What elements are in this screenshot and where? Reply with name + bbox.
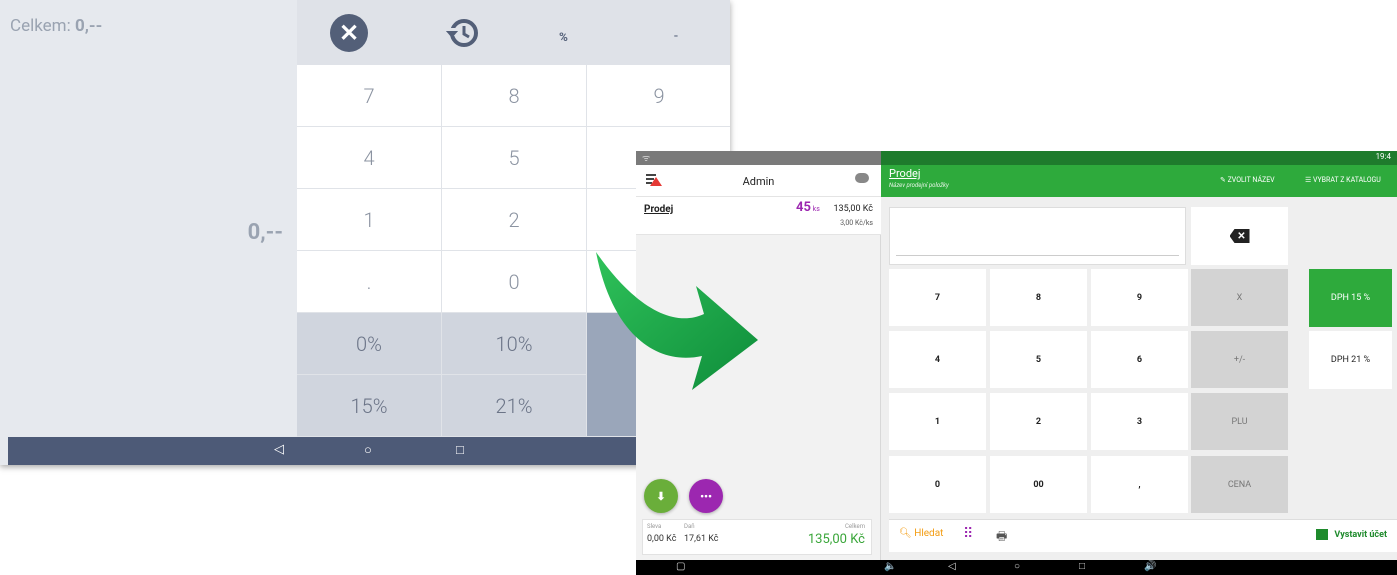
status-time: 19:4: [1375, 152, 1391, 161]
key-plus-minus[interactable]: +/-: [1191, 331, 1288, 388]
bill-icon: [1316, 529, 1329, 540]
vat-21-button[interactable]: DPH 21 %: [1309, 331, 1392, 389]
new-navigation-bar: ▢ 🔈 ◁ ○ □ 🔊: [636, 560, 1397, 575]
download-icon[interactable]: ⬇: [644, 479, 678, 513]
user-name: Admin: [742, 175, 775, 188]
vat-15-button[interactable]: DPH 15 %: [1309, 269, 1392, 327]
item-price: 135,00 Kč: [833, 204, 873, 214]
search-button[interactable]: 🔍︎ Hledat: [899, 528, 943, 539]
item-header: Prodej Název prodejní položky ✎ ZVOLIT N…: [881, 165, 1397, 197]
old-vat-10[interactable]: 10%: [442, 313, 587, 375]
old-key-5[interactable]: 5: [442, 127, 587, 189]
search-icon: 🔍︎: [899, 528, 912, 539]
old-vat-0[interactable]: 0%: [297, 313, 442, 375]
old-display-value: 0,--: [247, 220, 283, 245]
old-app-screen: Celkem: 0,-- 0,-- ✕ % - 7 8 9 4 5 1 2 . …: [0, 0, 730, 465]
recents-nav-icon[interactable]: □: [456, 442, 464, 458]
item-title[interactable]: Prodej: [889, 167, 921, 180]
old-key-8[interactable]: 8: [442, 65, 587, 127]
key-4[interactable]: 4: [889, 331, 986, 388]
percent-button[interactable]: %: [559, 30, 568, 44]
old-key-0[interactable]: 0: [442, 251, 587, 313]
recents-nav-icon[interactable]: □: [1079, 561, 1085, 572]
tax-value: 17,61 Kč: [684, 534, 719, 544]
key-comma[interactable]: ,: [1091, 456, 1188, 513]
key-price[interactable]: CENA: [1191, 456, 1288, 513]
bottom-toolbar: 🔍︎ Hledat ⠿ 🖶 Vystavit účet: [889, 519, 1397, 552]
item-name: Prodej: [644, 204, 674, 215]
old-navigation-bar: ◁ ○ □: [8, 437, 730, 465]
amount-input[interactable]: [889, 207, 1186, 265]
receipt-line-item[interactable]: Prodej 45 ks 135,00 Kč 3,00 Kč/ks: [636, 197, 881, 235]
discount-value: 0,00 Kč: [647, 534, 677, 544]
old-key-2[interactable]: 2: [442, 189, 587, 251]
receipt-summary: Sleva 0,00 Kč Daň 17,61 Kč Celkem 135,00…: [642, 519, 872, 555]
key-plu[interactable]: PLU: [1191, 393, 1288, 450]
status-bar-right: 19:4: [881, 151, 1397, 165]
old-key-4[interactable]: 4: [297, 127, 442, 189]
status-bar-left: ᯤ: [636, 151, 881, 165]
key-7[interactable]: 7: [889, 269, 986, 326]
cloud-icon: [855, 173, 869, 183]
print-icon[interactable]: 🖶: [996, 527, 1007, 548]
volume-up-icon[interactable]: 🔊: [1144, 561, 1156, 572]
home-nav-icon[interactable]: ○: [1014, 561, 1020, 572]
key-1[interactable]: 1: [889, 393, 986, 450]
old-vat-21[interactable]: 21%: [442, 375, 587, 437]
old-display: 0,--: [0, 65, 297, 437]
old-total-label: Celkem: 0,--: [10, 16, 103, 36]
old-toolbar: ✕ % -: [297, 0, 730, 65]
total-value: 135,00 Kč: [807, 532, 865, 547]
key-5[interactable]: 5: [990, 331, 1087, 388]
keypad-grid-icon[interactable]: ⠿: [963, 526, 973, 542]
receipt-header: Admin: [636, 165, 881, 197]
history-icon[interactable]: [443, 14, 481, 52]
clear-icon[interactable]: ✕: [330, 14, 368, 52]
key-8[interactable]: 8: [990, 269, 1087, 326]
old-key-1[interactable]: 1: [297, 189, 442, 251]
transition-arrow-icon: [596, 252, 758, 390]
minus-button[interactable]: -: [674, 28, 678, 44]
old-key-7[interactable]: 7: [297, 65, 442, 127]
issue-bill-button[interactable]: Vystavit účet: [1316, 529, 1387, 540]
backspace-button[interactable]: ✕: [1191, 207, 1288, 265]
item-subtitle: Název prodejní položky: [889, 182, 949, 189]
screenshot-nav-icon[interactable]: ▢: [676, 561, 685, 572]
item-unit-price: 3,00 Kč/ks: [840, 219, 873, 227]
key-9[interactable]: 9: [1091, 269, 1188, 326]
key-multiply[interactable]: X: [1191, 269, 1288, 326]
catalog-button[interactable]: ☰ VYBRAT Z KATALOGU: [1305, 176, 1381, 184]
old-vat-15[interactable]: 15%: [297, 375, 442, 437]
item-quantity: 45 ks: [796, 200, 820, 215]
old-key-9[interactable]: 9: [587, 65, 730, 127]
rename-button[interactable]: ✎ ZVOLIT NÁZEV: [1220, 176, 1275, 184]
backspace-icon: ✕: [1229, 229, 1250, 243]
volume-down-icon[interactable]: 🔈: [884, 561, 896, 572]
home-nav-icon[interactable]: ○: [364, 442, 372, 458]
key-00[interactable]: 00: [990, 456, 1087, 513]
old-key-decimal[interactable]: .: [297, 251, 442, 313]
key-3[interactable]: 3: [1091, 393, 1188, 450]
key-6[interactable]: 6: [1091, 331, 1188, 388]
key-2[interactable]: 2: [990, 393, 1087, 450]
more-button[interactable]: •••: [689, 479, 723, 513]
key-0[interactable]: 0: [889, 456, 986, 513]
back-nav-icon[interactable]: ◁: [274, 442, 284, 457]
back-nav-icon[interactable]: ◁: [948, 561, 956, 572]
